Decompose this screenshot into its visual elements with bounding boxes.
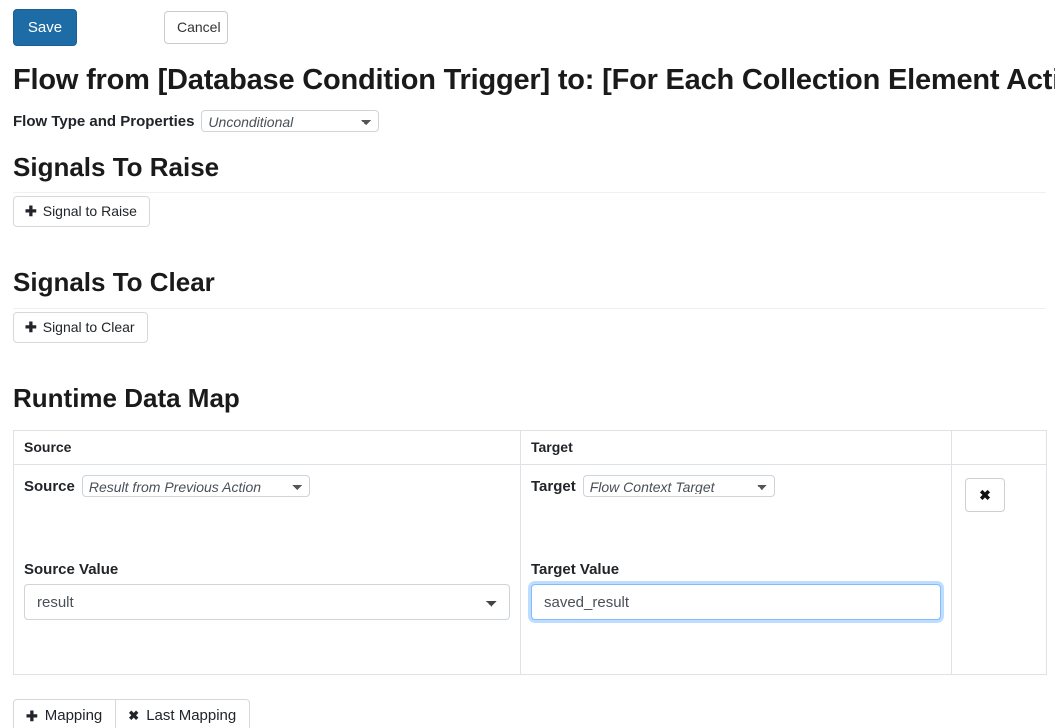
action-bar: Save Cancel [0,0,1055,54]
runtime-data-map-title: Runtime Data Map [13,383,240,413]
source-picker-row: Source Result from Previous Action [24,475,510,497]
add-signal-to-clear-label: Signal to Clear [42,319,135,335]
source-value-select[interactable]: result [24,584,510,620]
signals-to-clear-title: Signals To Clear [13,267,215,297]
target-value-input[interactable] [531,584,941,620]
mapping-source-cell: Source Result from Previous Action Sourc… [13,464,521,675]
plus-icon: ✚ [25,203,37,219]
source-value-label: Source Value [24,561,119,578]
action-cell-inner: ✖ [952,465,1046,512]
add-signal-to-raise-button[interactable]: ✚ Signal to Raise [13,196,150,227]
add-signal-to-raise-label: Signal to Raise [42,203,137,219]
source-cell-inner: Source Result from Previous Action Sourc… [14,465,520,620]
runtime-data-map-table: Source Target Source Result from Previou… [13,430,1047,675]
column-header-source: Source [13,430,521,465]
target-label: Target [531,477,576,495]
target-cell-inner: Target Flow Context Target Target Value [521,465,951,620]
table-top-divider [13,308,1046,309]
plus-icon: ✚ [25,319,37,335]
flow-type-label: Flow Type and Properties [13,112,195,130]
source-cell-spacer [24,505,510,561]
target-picker-row: Target Flow Context Target [531,475,941,497]
close-x-icon: ✖ [979,486,991,503]
target-type-select[interactable]: Flow Context Target [582,475,775,497]
signals-to-raise-title: Signals To Raise [13,152,220,182]
add-signal-to-clear-button[interactable]: ✚ Signal to Clear [13,312,148,343]
table-header-row: Source Target [13,430,1047,465]
mapping-actions-cell: ✖ [951,464,1047,675]
remove-last-mapping-label: Last Mapping [146,707,237,724]
table-row: Source Result from Previous Action Sourc… [13,464,1047,675]
cancel-button[interactable]: Cancel [164,11,228,44]
mapping-target-cell: Target Flow Context Target Target Value [520,464,952,675]
target-cell-spacer [531,505,941,561]
source-label: Source [24,477,75,495]
source-type-select[interactable]: Result from Previous Action [81,475,310,497]
close-x-icon: ✖ [128,708,140,723]
delete-mapping-button[interactable]: ✖ [965,478,1005,512]
column-header-target: Target [520,430,952,465]
table-body: Source Result from Previous Action Sourc… [13,464,1047,675]
target-value-label: Target Value [531,561,620,578]
add-mapping-label: Mapping [44,707,103,724]
column-header-actions [951,430,1047,465]
save-button[interactable]: Save [13,9,77,46]
add-mapping-button[interactable]: ✚ Mapping [13,699,116,728]
remove-last-mapping-button[interactable]: ✖ Last Mapping [115,699,251,728]
table-head: Source Target [13,430,1047,465]
table-top-divider [13,192,1046,193]
signals-to-raise-table [13,192,1046,256]
plus-icon: ✚ [26,707,38,724]
flow-type-select[interactable]: Unconditional [201,110,380,132]
mapping-button-group: ✚ Mapping ✖ Last Mapping [13,699,251,728]
page-title: Flow from [Database Condition Trigger] t… [13,64,1055,96]
flow-editor-page: Save Cancel Flow from [Database Conditio… [0,0,1055,728]
flow-type-row: Flow Type and Properties Unconditional [13,110,380,132]
signals-to-clear-table [13,308,1046,372]
